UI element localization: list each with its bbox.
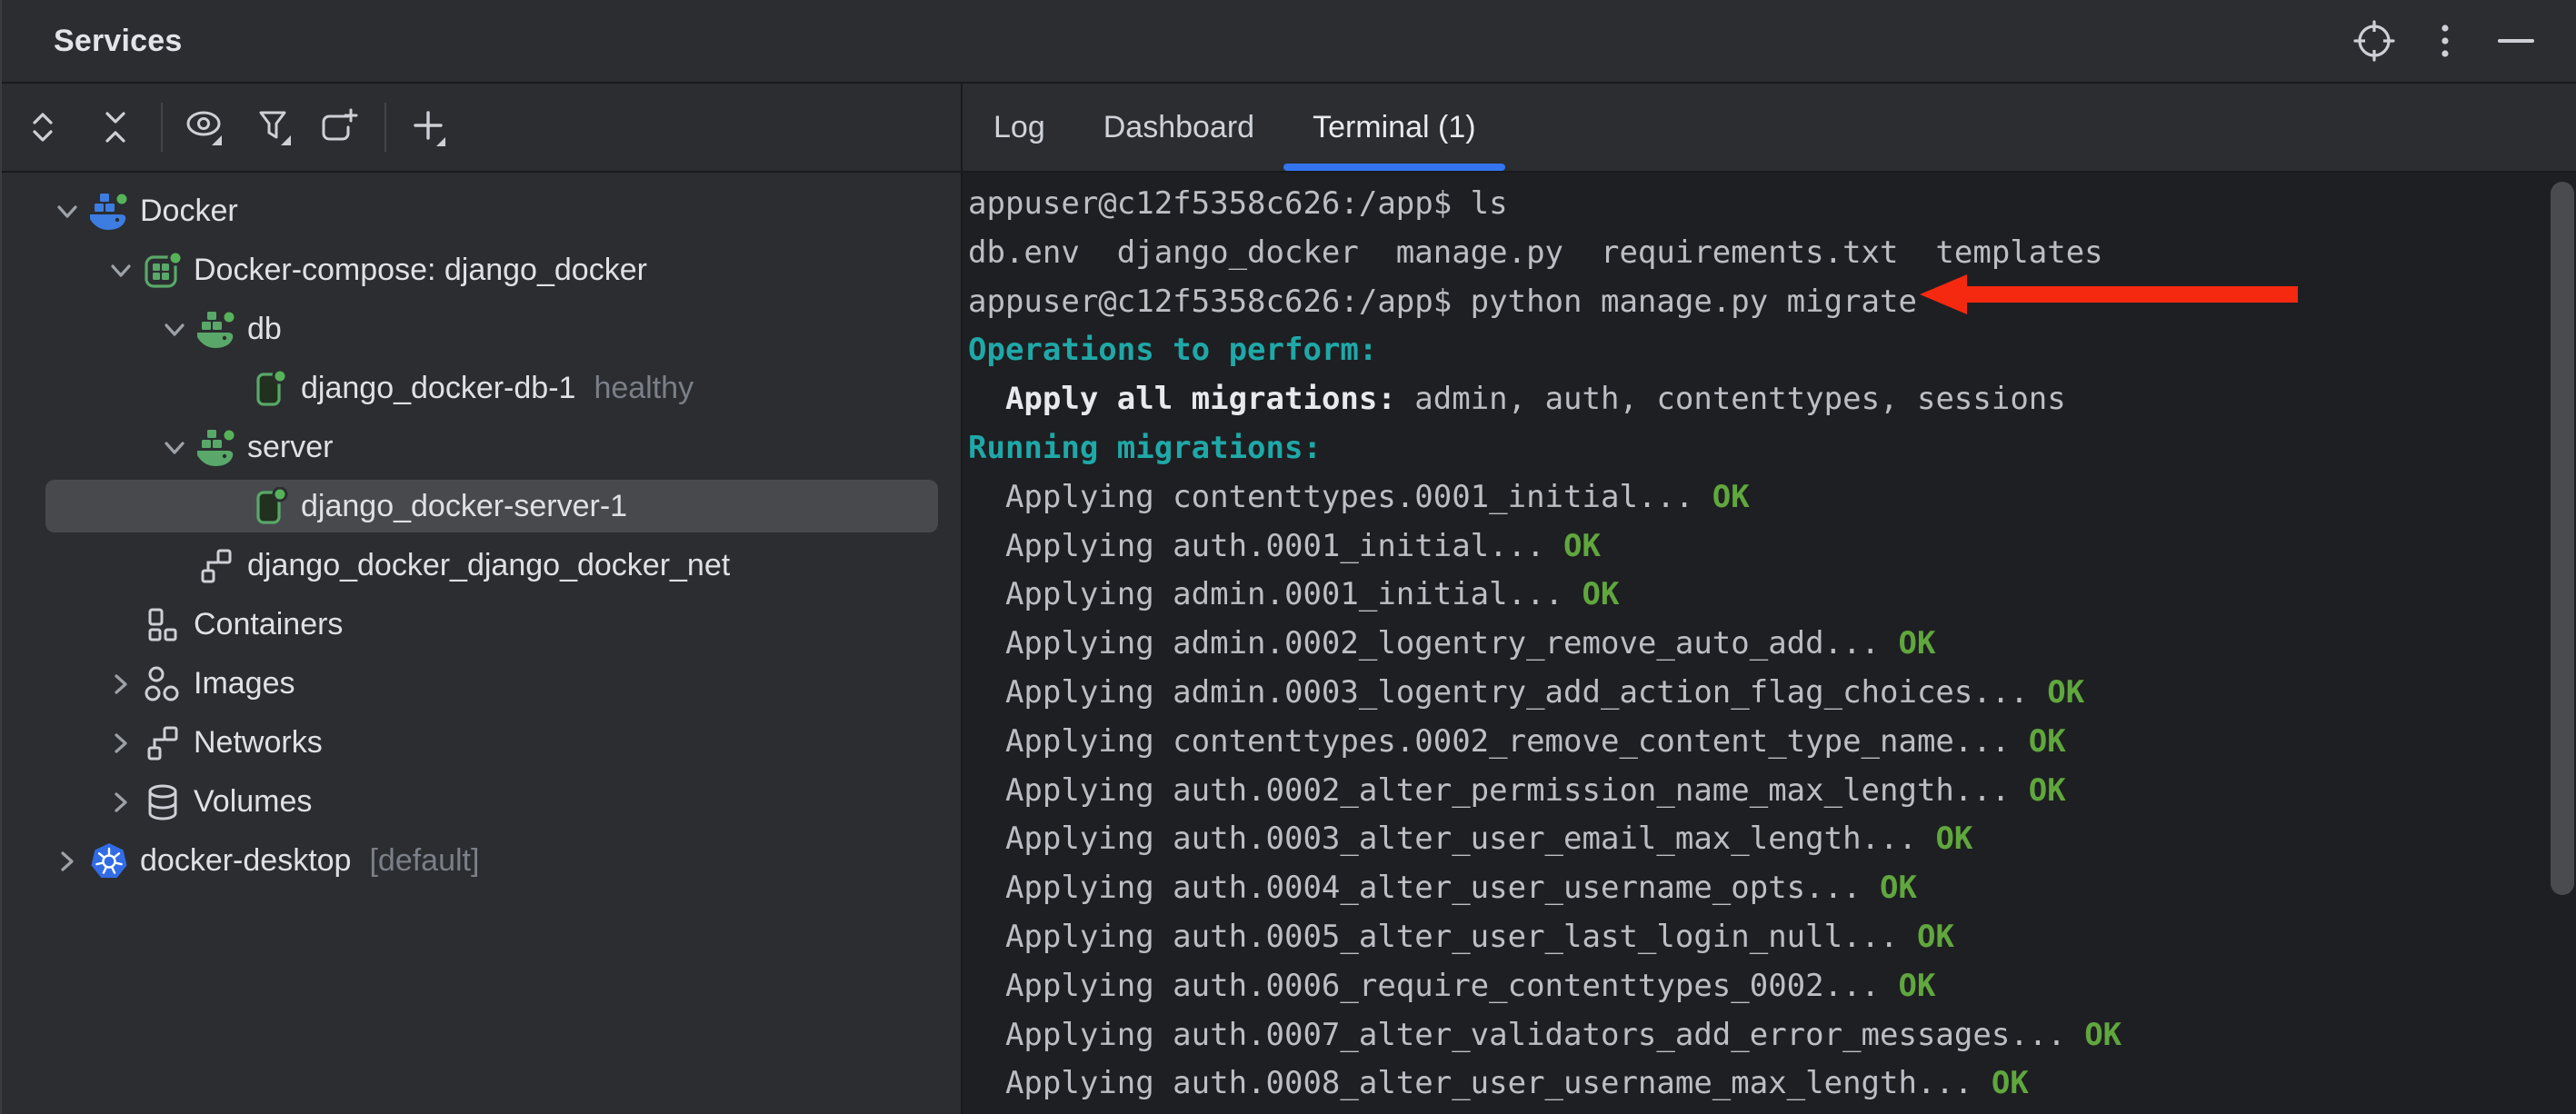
open-in-new-tab-icon[interactable] (317, 105, 361, 149)
toolbar-separator (161, 103, 163, 152)
terminal-line: Applying auth.0005_alter_user_last_login… (968, 913, 2576, 962)
tree-row-django-docker-db-1[interactable]: django_docker-db-1 healthy (2, 359, 961, 418)
container-icon (250, 487, 290, 527)
tree-row-label: Images (194, 666, 295, 701)
tree-row-containers[interactable]: Containers (2, 595, 961, 654)
terminal-line: Applying admin.0002_logentry_remove_auto… (968, 620, 2576, 669)
tree-row-label: django_docker-server-1 (301, 489, 627, 524)
terminal-line: Applying auth.0002_alter_permission_name… (968, 767, 2576, 816)
network-icon (196, 546, 236, 586)
tree-row-django-docker-django-docker-net[interactable]: django_docker_django_docker_net (2, 536, 961, 595)
terminal-line: Applying admin.0001_initial... OK (968, 571, 2576, 620)
terminal-lines: appuser@c12f5358c626:/app$ lsdb.env djan… (968, 180, 2576, 1109)
kebab-menu-icon[interactable] (2423, 19, 2467, 63)
terminal-line: Applying auth.0001_initial... OK (968, 522, 2576, 572)
services-sidebar: DockerDocker-compose: django_dockerdbdja… (2, 84, 963, 1114)
collapse-all-icon[interactable] (94, 105, 137, 149)
tree-row-label: server (247, 430, 333, 465)
tree-row-label: docker-desktop (140, 843, 351, 879)
show-options-eye-icon[interactable] (183, 105, 226, 149)
chevron-spacer (206, 487, 250, 527)
terminal-scrollbar[interactable] (2551, 182, 2574, 895)
tree-row-django-docker-server-1[interactable]: django_docker-server-1 (2, 477, 961, 536)
tab-label: Terminal (1) (1313, 110, 1475, 145)
terminal-line: Applying auth.0004_alter_user_username_o… (968, 864, 2576, 913)
terminal-line: Applying auth.0006_require_contenttypes_… (968, 962, 2576, 1011)
tab-terminal[interactable]: Terminal (1) (1283, 84, 1504, 171)
volumes-icon (143, 782, 183, 822)
chevron-down-icon[interactable] (99, 251, 143, 291)
tree-row-docker-desktop[interactable]: docker-desktop [default] (2, 831, 961, 890)
terminal-line: Running migrations: (968, 424, 2576, 473)
terminal-line: appuser@c12f5358c626:/app$ python manage… (968, 278, 2576, 327)
chevron-down-icon[interactable] (45, 192, 89, 232)
chevron-right-icon[interactable] (99, 664, 143, 704)
terminal-output[interactable]: appuser@c12f5358c626:/app$ lsdb.env djan… (963, 173, 2576, 1114)
chevron-spacer (153, 546, 196, 586)
terminal-line: Apply all migrations: admin, auth, conte… (968, 375, 2576, 424)
terminal-line: Applying auth.0003_alter_user_email_max_… (968, 815, 2576, 864)
tool-window-header: Services (2, 0, 2576, 84)
chevron-down-icon[interactable] (153, 428, 196, 468)
tree-row-label: django_docker_django_docker_net (247, 548, 730, 583)
chevron-spacer (99, 605, 143, 645)
status-badge: [default] (369, 843, 479, 879)
tree-row-label: Volumes (194, 784, 312, 820)
chevron-right-icon[interactable] (99, 782, 143, 822)
tree-row-label: Docker (140, 194, 238, 229)
add-service-icon[interactable] (406, 105, 450, 149)
terminal-line: Applying admin.0003_logentry_add_action_… (968, 669, 2576, 718)
containers-icon (143, 605, 183, 645)
tree-row-server[interactable]: server (2, 418, 961, 477)
detail-tabbar: Log Dashboard Terminal (1) (963, 84, 2576, 173)
page-title: Services (54, 24, 183, 59)
chevron-right-icon[interactable] (45, 841, 89, 881)
expand-all-icon[interactable] (21, 105, 65, 149)
tree-row-db[interactable]: db (2, 300, 961, 359)
container-icon (250, 369, 290, 409)
tab-label: Dashboard (1103, 110, 1254, 145)
networks-icon (143, 723, 183, 763)
docker-whale-blue-icon (89, 192, 129, 232)
tree-row-label: Docker-compose: django_docker (194, 253, 647, 288)
tab-dashboard[interactable]: Dashboard (1074, 84, 1283, 171)
tree-row-docker[interactable]: Docker (2, 182, 961, 241)
tab-label: Log (993, 110, 1045, 145)
tree-row-label: db (247, 312, 282, 347)
terminal-line: Applying contenttypes.0001_initial... OK (968, 473, 2576, 522)
images-icon (143, 664, 183, 704)
terminal-line: Applying auth.0007_alter_validators_add_… (968, 1011, 2576, 1060)
target-icon[interactable] (2352, 19, 2396, 63)
header-icons (2352, 19, 2538, 63)
compose-icon (143, 251, 183, 291)
tree-row-volumes[interactable]: Volumes (2, 772, 961, 831)
terminal-line: db.env django_docker manage.py requireme… (968, 229, 2576, 278)
whale-green-icon (196, 428, 236, 468)
whale-green-icon (196, 310, 236, 350)
chevron-down-icon[interactable] (153, 310, 196, 350)
tree-row-networks[interactable]: Networks (2, 713, 961, 772)
chevron-spacer (206, 369, 250, 409)
tree-row-label: Containers (194, 607, 343, 642)
minimize-icon[interactable] (2494, 19, 2538, 63)
tree-row-images[interactable]: Images (2, 654, 961, 713)
terminal-line: Operations to perform: (968, 326, 2576, 375)
chevron-right-icon[interactable] (99, 723, 143, 763)
terminal-line: Applying contenttypes.0002_remove_conten… (968, 718, 2576, 767)
kubernetes-icon (89, 841, 129, 881)
tree-row-label: Networks (194, 725, 323, 761)
service-tree: DockerDocker-compose: django_dockerdbdja… (2, 173, 961, 1114)
service-detail-panel: Log Dashboard Terminal (1) appuser@c12f5… (963, 84, 2576, 1114)
services-tool-window: Services (0, 0, 2576, 1114)
toolbar-separator (384, 103, 386, 152)
active-tab-underline (1283, 164, 1504, 171)
tree-row-docker-compose-django-docker[interactable]: Docker-compose: django_docker (2, 241, 961, 300)
status-badge: healthy (594, 371, 694, 406)
sidebar-toolbar (2, 84, 961, 173)
terminal-line: appuser@c12f5358c626:/app$ ls (968, 180, 2576, 229)
tree-row-label: django_docker-db-1 (301, 371, 575, 406)
filter-icon[interactable] (252, 105, 295, 149)
tab-log[interactable]: Log (964, 84, 1074, 171)
terminal-line: Applying auth.0008_alter_user_username_m… (968, 1059, 2576, 1109)
